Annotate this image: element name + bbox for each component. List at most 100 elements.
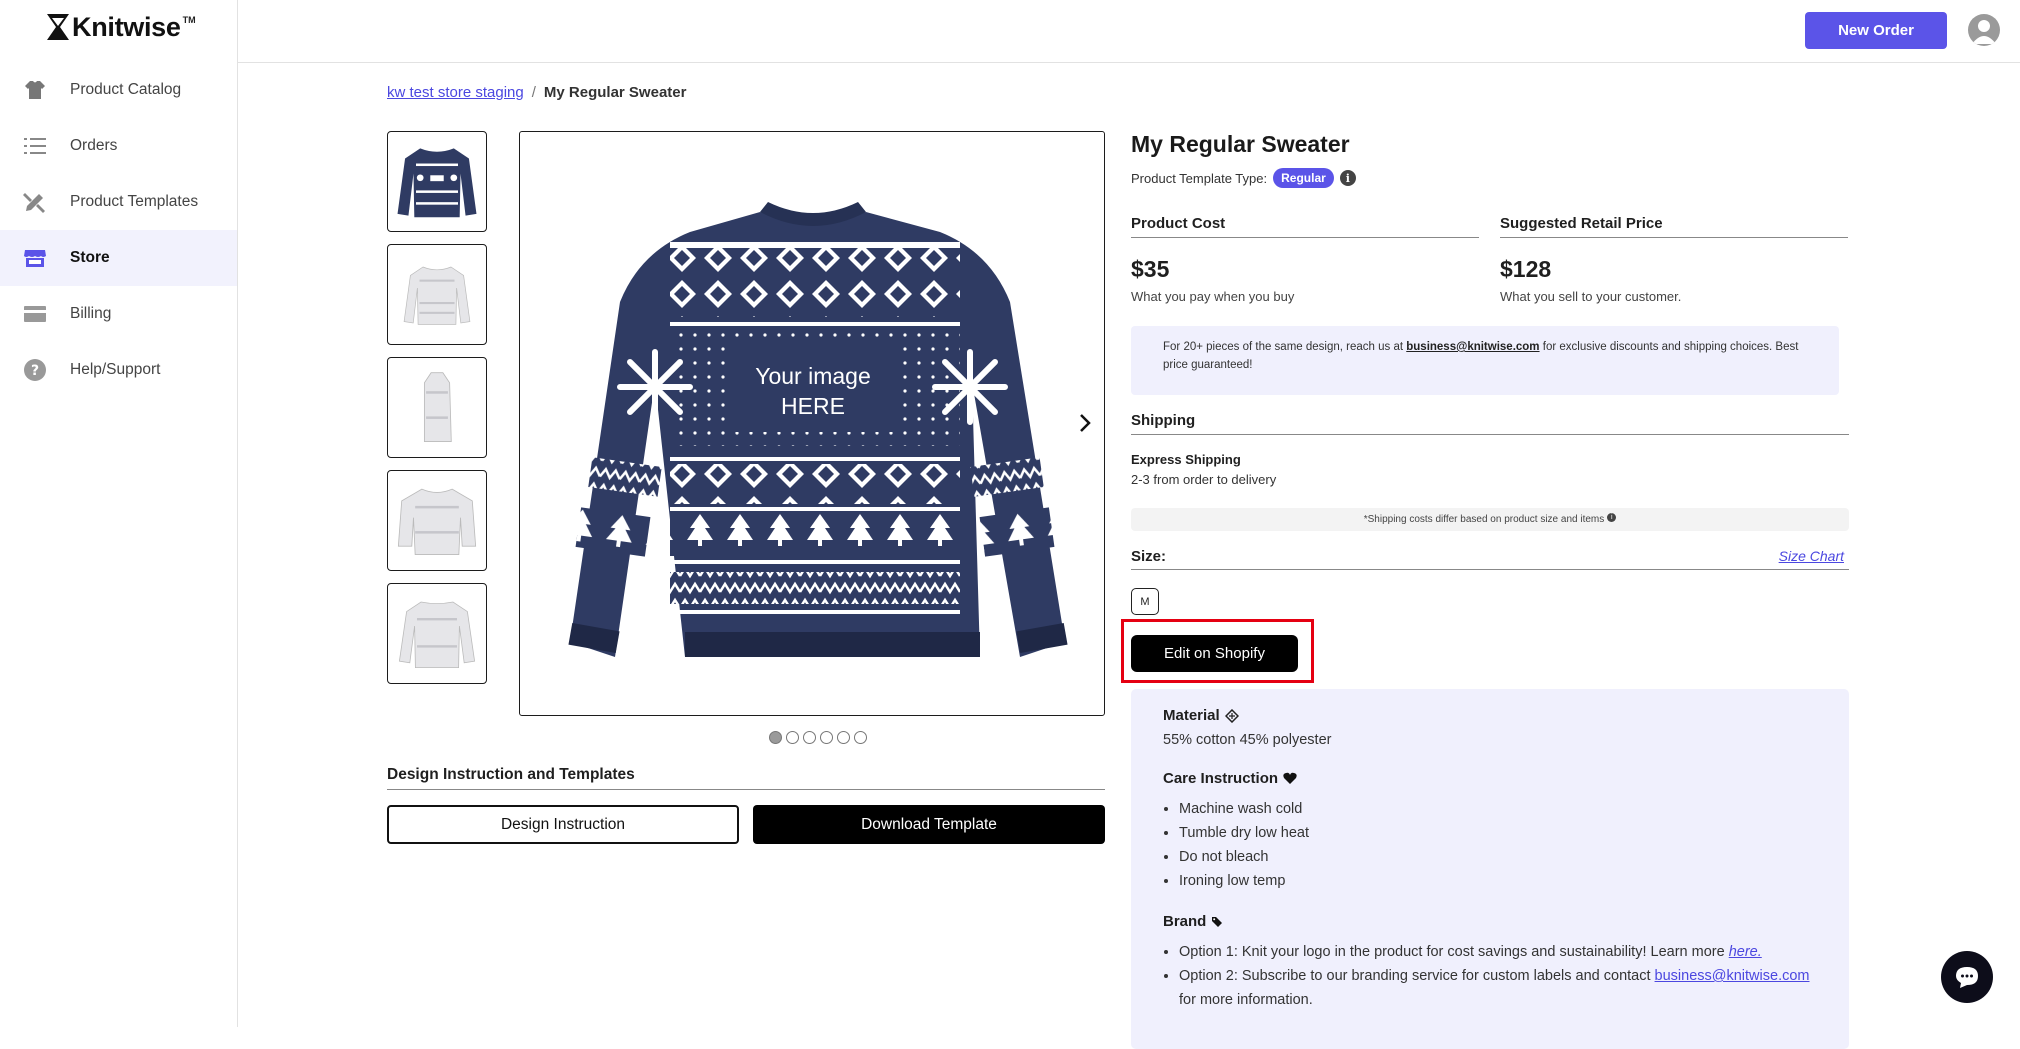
shipping-title: Shipping	[1131, 412, 1849, 435]
sidebar-item-label: Product Templates	[70, 193, 198, 211]
sidebar-item-product-templates[interactable]: Product Templates	[0, 174, 237, 230]
thumbnail-flat-white[interactable]	[387, 470, 487, 571]
brand-title: Brand	[1163, 913, 1206, 930]
sidebar-item-store[interactable]: Store	[0, 230, 237, 286]
pagination-dot[interactable]	[769, 731, 782, 744]
avatar[interactable]	[1968, 14, 2000, 46]
care-heading: Care Instruction	[1163, 770, 1817, 787]
list-item: Option 2: Subscribe to our branding serv…	[1179, 964, 1817, 1012]
brand-option1-text: Option 1: Knit your logo in the product …	[1179, 944, 1725, 960]
pagination-dot[interactable]	[786, 731, 799, 744]
breadcrumb: kw test store staging / My Regular Sweat…	[387, 84, 686, 101]
info-icon[interactable]: i	[1607, 513, 1616, 522]
sweater-thumbnail-icon	[402, 253, 472, 337]
product-info-box: Material 55% cotton 45% polyester Care I…	[1131, 689, 1849, 1049]
user-icon	[1968, 14, 2000, 46]
knitwise-logo-icon	[44, 12, 72, 42]
image-pagination	[769, 731, 867, 744]
shipping-method: Express Shipping	[1131, 452, 1241, 467]
sidebar-item-label: Store	[70, 249, 110, 267]
thumbnail-side-white[interactable]	[387, 357, 487, 458]
learn-more-link[interactable]: here.	[1729, 944, 1762, 960]
list-item: Machine wash cold	[1179, 797, 1817, 821]
sidebar-item-label: Billing	[70, 305, 111, 323]
sidebar-item-help-support[interactable]: ? Help/Support	[0, 342, 237, 398]
product-cost-header: Product Cost	[1131, 215, 1479, 238]
breadcrumb-store-link[interactable]: kw test store staging	[387, 84, 524, 101]
credit-card-icon	[22, 301, 48, 327]
bulk-notice-prefix: For 20+ pieces of the same design, reach…	[1163, 341, 1403, 353]
sidebar-item-label: Orders	[70, 137, 117, 155]
fabric-icon	[1225, 709, 1239, 723]
material-heading: Material	[1163, 707, 1817, 724]
pagination-dot[interactable]	[837, 731, 850, 744]
breadcrumb-current: My Regular Sweater	[544, 84, 687, 101]
design-tools-icon	[22, 189, 48, 215]
pagination-dot[interactable]	[803, 731, 816, 744]
breadcrumb-separator: /	[532, 84, 536, 101]
svg-text:?: ?	[31, 363, 39, 379]
sweater-image: Your image HERE	[520, 132, 1105, 716]
thumbnail-back-white[interactable]	[387, 583, 487, 684]
list-item: Option 1: Knit your logo in the product …	[1179, 940, 1817, 964]
size-option-m[interactable]: M	[1131, 588, 1159, 615]
material-text: 55% cotton 45% polyester	[1163, 732, 1817, 748]
logo-tm: TM	[183, 15, 196, 25]
brand-list: Option 1: Knit your logo in the product …	[1163, 940, 1817, 1012]
retail-price-value: $128	[1500, 256, 1848, 283]
sidebar-item-orders[interactable]: Orders	[0, 118, 237, 174]
pagination-dot[interactable]	[854, 731, 867, 744]
image-placeholder-line2: HERE	[781, 393, 845, 419]
retail-price-header: Suggested Retail Price	[1500, 215, 1848, 238]
edit-on-shopify-button[interactable]: Edit on Shopify	[1131, 635, 1298, 672]
shipping-note: *Shipping costs differ based on product …	[1131, 508, 1849, 531]
logo-text: Knitwise	[72, 12, 181, 43]
list-icon	[22, 133, 48, 159]
retail-price: Suggested Retail Price $128 What you sel…	[1500, 215, 1848, 304]
sweater-thumbnail-icon	[393, 479, 481, 563]
knitwise-logo[interactable]: Knitwise TM	[44, 10, 196, 44]
sidebar-nav: Product Catalog Orders Product Templates…	[0, 62, 237, 398]
material-title: Material	[1163, 707, 1220, 724]
sidebar: Knitwise TM Product Catalog Orders Produ…	[0, 0, 238, 1027]
tag-icon	[1211, 916, 1223, 928]
new-order-button[interactable]: New Order	[1805, 12, 1947, 49]
brand-option2-suffix: for more information.	[1179, 992, 1313, 1008]
sidebar-item-product-catalog[interactable]: Product Catalog	[0, 62, 237, 118]
size-chart-link[interactable]: Size Chart	[1779, 548, 1844, 565]
thumbnail-list	[387, 131, 487, 696]
chat-button[interactable]	[1941, 951, 1993, 1003]
heart-icon	[1283, 772, 1297, 785]
product-type-row: Product Template Type: Regular i	[1131, 168, 1849, 188]
thumbnail-front-white[interactable]	[387, 244, 487, 345]
sidebar-item-billing[interactable]: Billing	[0, 286, 237, 342]
main-product-image: Your image HERE	[519, 131, 1105, 716]
list-item: Ironing low temp	[1179, 869, 1817, 893]
sidebar-item-label: Product Catalog	[70, 81, 181, 99]
care-title: Care Instruction	[1163, 770, 1278, 787]
image-placeholder-line1: Your image	[755, 363, 871, 389]
design-instruction-button[interactable]: Design Instruction	[387, 805, 739, 844]
pagination-dot[interactable]	[820, 731, 833, 744]
topbar: New Order	[238, 0, 2020, 63]
info-icon[interactable]: i	[1340, 170, 1356, 186]
product-cost: Product Cost $35 What you pay when you b…	[1131, 215, 1479, 304]
price-section: Product Cost $35 What you pay when you b…	[1131, 215, 1849, 304]
thumbnail-front-color[interactable]	[387, 131, 487, 232]
brand-option2-text: Option 2: Subscribe to our branding serv…	[1179, 968, 1651, 984]
size-label: Size:	[1131, 548, 1166, 565]
chevron-right-icon	[1078, 413, 1092, 433]
list-item: Tumble dry low heat	[1179, 821, 1817, 845]
product-cost-value: $35	[1131, 256, 1479, 283]
bulk-email-link[interactable]: business@knitwise.com	[1406, 341, 1539, 353]
download-template-button[interactable]: Download Template	[753, 805, 1105, 844]
product-details-panel: My Regular Sweater Product Template Type…	[1131, 131, 1849, 188]
brand-heading: Brand	[1163, 913, 1817, 930]
product-cost-desc: What you pay when you buy	[1131, 289, 1479, 304]
business-email-link[interactable]: business@knitwise.com	[1655, 968, 1810, 984]
size-row: Size: Size Chart	[1131, 548, 1849, 570]
next-image-button[interactable]	[1072, 410, 1098, 436]
care-list: Machine wash cold Tumble dry low heat Do…	[1163, 797, 1817, 893]
product-type-badge: Regular	[1273, 168, 1334, 188]
list-item: Do not bleach	[1179, 845, 1817, 869]
